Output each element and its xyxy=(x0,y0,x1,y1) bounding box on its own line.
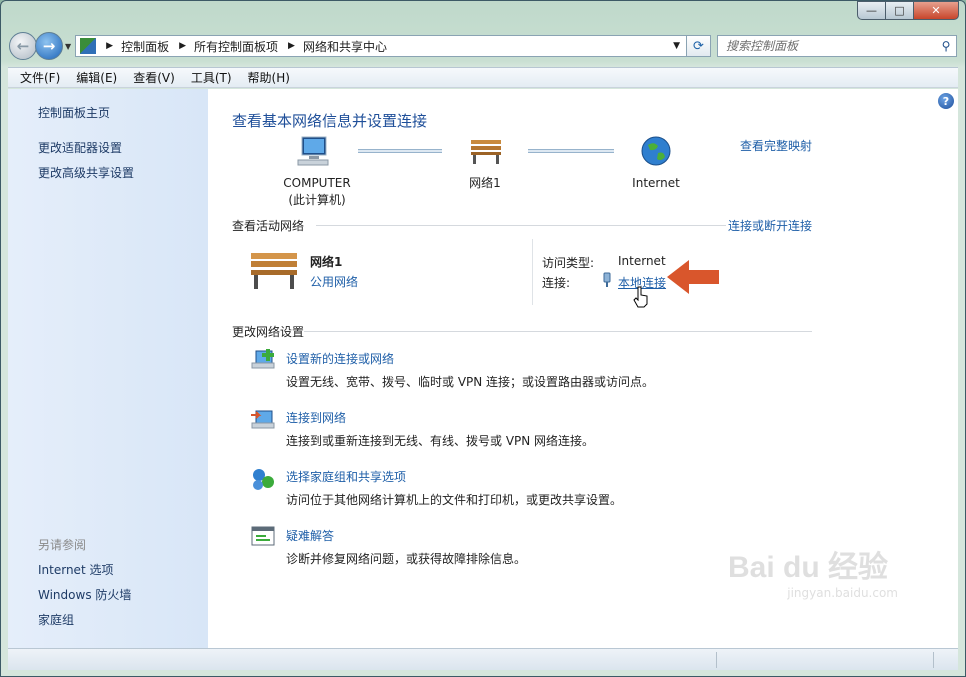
status-divider xyxy=(716,652,717,668)
troubleshoot-icon xyxy=(251,526,275,546)
breadcrumb-separator-icon[interactable]: ▶ xyxy=(288,41,295,51)
menu-tools[interactable]: 工具(T) xyxy=(183,69,240,86)
node-internet: Internet xyxy=(616,175,696,192)
divider xyxy=(304,331,812,332)
see-also-internet-options[interactable]: Internet 选项 xyxy=(38,561,113,578)
close-button[interactable]: ✕ xyxy=(913,1,959,20)
back-button[interactable]: ← xyxy=(9,32,37,60)
breadcrumb: ▶ 控制面板 ▶ 所有控制面板项 ▶ 网络和共享中心 xyxy=(102,38,387,55)
node-computer-label: COMPUTER xyxy=(283,176,351,190)
task-homegroup[interactable]: 选择家庭组和共享选项 xyxy=(286,468,406,485)
page-title: 查看基本网络信息并设置连接 xyxy=(232,112,428,130)
sidebar-link-adapter[interactable]: 更改适配器设置 xyxy=(38,139,122,156)
connect-disconnect-link[interactable]: 连接或断开连接 xyxy=(728,217,812,234)
hand-cursor-icon xyxy=(633,286,648,308)
homegroup-icon xyxy=(253,469,274,490)
task-connect-network[interactable]: 连接到网络 xyxy=(286,409,346,426)
task-new-connection[interactable]: 设置新的连接或网络 xyxy=(286,350,394,367)
node-computer: COMPUTER (此计算机) xyxy=(272,175,362,209)
connector-line xyxy=(528,149,614,153)
bench-icon xyxy=(471,140,501,164)
task-connect-network-desc: 连接到或重新连接到无线、有线、拨号或 VPN 网络连接。 xyxy=(286,434,595,448)
see-also-heading: 另请参阅 xyxy=(38,538,87,552)
node-computer-sub: (此计算机) xyxy=(288,193,346,207)
connection-label: 连接: xyxy=(542,276,571,290)
access-type-label: 访问类型: xyxy=(542,256,595,270)
task-new-connection-desc: 设置无线、宽带、拨号、临时或 VPN 连接；或设置路由器或访问点。 xyxy=(286,375,655,389)
breadcrumb-item[interactable]: 网络和共享中心 xyxy=(303,38,387,55)
content-area: 控制面板主页 更改适配器设置 更改高级共享设置 另请参阅 Internet 选项… xyxy=(8,89,958,648)
help-icon[interactable]: ? xyxy=(938,93,954,109)
active-network-heading: 查看活动网络 xyxy=(232,219,305,233)
connector-line xyxy=(358,149,442,153)
menu-bar: 文件(F) 编辑(E) 查看(V) 工具(T) 帮助(H) xyxy=(8,67,958,88)
task-homegroup-desc: 访问位于其他网络计算机上的文件和打印机，或更改共享设置。 xyxy=(286,493,623,507)
refresh-icon[interactable]: ⟳ xyxy=(687,35,711,57)
vertical-divider xyxy=(532,239,533,305)
breadcrumb-item[interactable]: 所有控制面板项 xyxy=(194,38,278,55)
window: — □ ✕ ← → ▼ ▶ 控制面板 ▶ 所有控制面板项 ▶ 网络和共享中心 ▼… xyxy=(0,0,966,677)
breadcrumb-separator-icon[interactable]: ▶ xyxy=(179,41,186,51)
bench-large-icon xyxy=(251,253,297,289)
watermark-brand: Bai du 经验 xyxy=(728,551,889,584)
node-internet-label: Internet xyxy=(632,176,680,190)
menu-file[interactable]: 文件(F) xyxy=(12,69,68,86)
menu-edit[interactable]: 编辑(E) xyxy=(68,69,125,86)
minimize-button[interactable]: — xyxy=(857,1,885,20)
status-divider xyxy=(933,652,934,668)
see-also-homegroup[interactable]: 家庭组 xyxy=(38,611,74,628)
see-also-firewall[interactable]: Windows 防火墙 xyxy=(38,586,131,603)
status-bar xyxy=(8,648,958,670)
connect-network-icon xyxy=(251,410,275,429)
task-troubleshoot[interactable]: 疑难解答 xyxy=(286,527,334,544)
control-panel-icon xyxy=(80,38,97,54)
address-bar[interactable]: ▶ 控制面板 ▶ 所有控制面板项 ▶ 网络和共享中心 ▼ xyxy=(75,35,687,57)
change-settings-heading: 更改网络设置 xyxy=(232,325,305,339)
address-dropdown-icon[interactable]: ▼ xyxy=(667,41,686,51)
node-network: 网络1 xyxy=(455,175,515,192)
ethernet-icon xyxy=(603,272,611,287)
breadcrumb-separator-icon[interactable]: ▶ xyxy=(106,41,113,51)
new-connection-icon xyxy=(251,349,275,369)
search-box: ⚲ xyxy=(717,35,957,57)
sidebar: 控制面板主页 更改适配器设置 更改高级共享设置 另请参阅 Internet 选项… xyxy=(8,89,208,648)
task-troubleshoot-desc: 诊断并修复网络问题，或获得故障排除信息。 xyxy=(286,552,527,566)
history-dropdown-icon[interactable]: ▼ xyxy=(65,42,71,51)
sidebar-link-sharing[interactable]: 更改高级共享设置 xyxy=(38,164,134,181)
maximize-button[interactable]: □ xyxy=(885,1,913,20)
baidu-watermark: Bai du 经验 jingyan.baidu.com xyxy=(728,542,908,622)
search-icon[interactable]: ⚲ xyxy=(936,39,956,53)
address-row: ← → ▼ ▶ 控制面板 ▶ 所有控制面板项 ▶ 网络和共享中心 ▼ ⟳ ⚲ xyxy=(9,31,957,61)
globe-icon xyxy=(641,136,671,166)
access-type-value: Internet xyxy=(618,254,666,268)
divider xyxy=(316,225,726,226)
red-arrow-icon xyxy=(667,260,719,294)
node-network-label: 网络1 xyxy=(469,176,501,190)
full-map-link[interactable]: 查看完整映射 xyxy=(740,137,812,154)
breadcrumb-item[interactable]: 控制面板 xyxy=(121,38,169,55)
main-panel: ? 查看基本网络信息并设置连接 查看完整映射 COMPUTER (此计算机) 网… xyxy=(208,89,958,648)
menu-help[interactable]: 帮助(H) xyxy=(240,69,298,86)
computer-icon xyxy=(297,136,329,166)
search-input[interactable] xyxy=(726,39,936,53)
network-type-link[interactable]: 公用网络 xyxy=(310,273,358,290)
network-name: 网络1 xyxy=(310,255,343,269)
forward-button[interactable]: → xyxy=(35,32,63,60)
watermark-url: jingyan.baidu.com xyxy=(787,586,898,600)
menu-view[interactable]: 查看(V) xyxy=(125,69,183,86)
window-controls: — □ ✕ xyxy=(857,1,959,20)
sidebar-link-home[interactable]: 控制面板主页 xyxy=(38,104,110,121)
